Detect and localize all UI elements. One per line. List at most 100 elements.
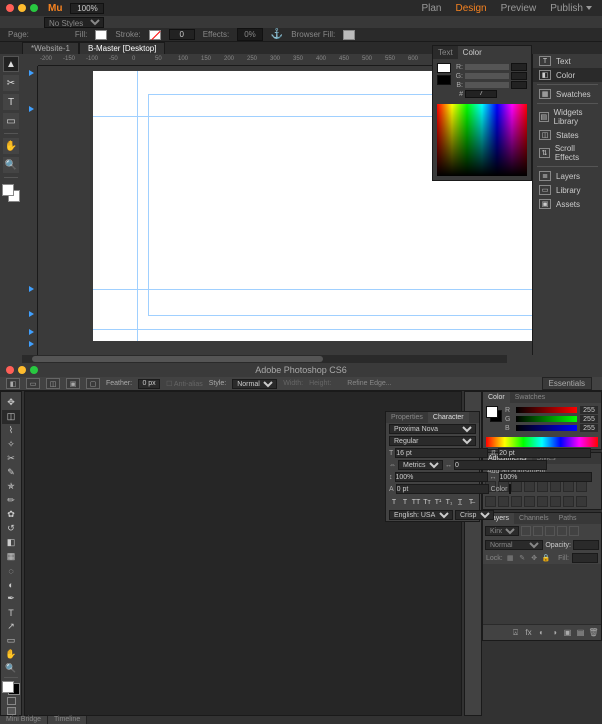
- lock-trans-icon[interactable]: ▦: [506, 554, 515, 563]
- guide-handle-icon[interactable]: [29, 341, 34, 347]
- filter-icon[interactable]: [569, 526, 579, 536]
- r-input[interactable]: [580, 406, 598, 414]
- tab-character[interactable]: Character: [428, 412, 469, 423]
- zoom-input[interactable]: [70, 3, 104, 14]
- marquee-tool-icon[interactable]: ◫: [2, 410, 20, 424]
- quickmask-icon[interactable]: [7, 697, 16, 705]
- group-icon[interactable]: ▣: [562, 627, 573, 638]
- trash-icon[interactable]: 🗑: [588, 627, 599, 638]
- color-swatch-stack[interactable]: [2, 184, 20, 202]
- brush-tool-icon[interactable]: ✏: [2, 494, 20, 508]
- kerning-select[interactable]: Metrics: [398, 460, 443, 470]
- link-icon[interactable]: ⍓: [510, 627, 521, 638]
- adj-btn-icon[interactable]: [563, 481, 574, 492]
- adj-btn-icon[interactable]: [511, 481, 522, 492]
- smallcaps-icon[interactable]: Tт: [422, 497, 432, 507]
- wand-tool-icon[interactable]: ✧: [2, 438, 20, 452]
- dodge-tool-icon[interactable]: ◐: [2, 578, 20, 592]
- nav-plan[interactable]: Plan: [421, 3, 441, 14]
- eraser-tool-icon[interactable]: ◧: [2, 536, 20, 550]
- type-tool-icon[interactable]: T: [2, 606, 20, 620]
- refine-button[interactable]: Refine Edge...: [347, 380, 391, 387]
- pen-tool-icon[interactable]: ✒: [2, 592, 20, 606]
- healing-tool-icon[interactable]: ✯: [2, 480, 20, 494]
- workspace-select[interactable]: Essentials: [542, 377, 592, 390]
- stroke-swatch[interactable]: [149, 30, 161, 40]
- zoom-tool-icon[interactable]: 🔍: [2, 662, 20, 676]
- crop-tool-icon[interactable]: ✂: [2, 452, 20, 466]
- guide-handle-icon[interactable]: [29, 311, 34, 317]
- tab-color[interactable]: Color: [483, 392, 510, 403]
- selection-tool-icon[interactable]: ▲: [3, 56, 19, 72]
- timeline-tab[interactable]: Timeline: [48, 716, 87, 724]
- vscale-input[interactable]: [395, 472, 488, 482]
- tab-properties[interactable]: Properties: [386, 412, 428, 423]
- adj-btn-icon[interactable]: [537, 496, 548, 507]
- adj-btn-icon[interactable]: [524, 481, 535, 492]
- marquee-icon[interactable]: ◫: [46, 378, 60, 389]
- super-icon[interactable]: T¹: [433, 497, 443, 507]
- feather-input[interactable]: [138, 379, 160, 389]
- guide-handle-icon[interactable]: [29, 70, 34, 76]
- lock-pixel-icon[interactable]: ✎: [518, 554, 527, 563]
- adj-btn-icon[interactable]: [576, 496, 587, 507]
- crop-tool-icon[interactable]: ✂: [3, 75, 19, 91]
- font-weight-select[interactable]: Regular: [389, 436, 476, 446]
- lock-pos-icon[interactable]: ✥: [530, 554, 539, 563]
- clone-tool-icon[interactable]: ✿: [2, 508, 20, 522]
- g-input[interactable]: [511, 72, 527, 80]
- screenmode-icon[interactable]: [7, 707, 16, 715]
- text-color-swatch[interactable]: [509, 484, 511, 494]
- fill-input[interactable]: [572, 553, 598, 563]
- nav-design[interactable]: Design: [455, 3, 486, 14]
- nav-publish[interactable]: Publish: [550, 3, 592, 14]
- tracking-input[interactable]: [454, 460, 547, 470]
- panel-scroll[interactable]: ⇅Scroll Effects: [533, 142, 602, 164]
- fill-icon[interactable]: ◑: [549, 627, 560, 638]
- blend-mode[interactable]: Normal: [485, 540, 543, 550]
- underline-icon[interactable]: T̲: [455, 497, 465, 507]
- leading-input[interactable]: [498, 448, 591, 458]
- color-swatch-stack[interactable]: [2, 681, 20, 696]
- adj-btn-icon[interactable]: [498, 496, 509, 507]
- guide[interactable]: [137, 71, 138, 341]
- move-tool-icon[interactable]: ✥: [2, 396, 20, 410]
- tab-paths[interactable]: Paths: [554, 513, 582, 524]
- fg-chip[interactable]: [437, 63, 451, 73]
- lock-all-icon[interactable]: 🔒: [542, 554, 551, 563]
- style-select[interactable]: Normal: [232, 379, 277, 389]
- browserfill-swatch[interactable]: [343, 30, 355, 40]
- zoom-icon[interactable]: [30, 366, 38, 374]
- g-input[interactable]: [580, 415, 598, 423]
- font-size-input[interactable]: [395, 448, 488, 458]
- adj-btn-icon[interactable]: [524, 496, 535, 507]
- adj-btn-icon[interactable]: [563, 496, 574, 507]
- minimize-icon[interactable]: [18, 4, 26, 12]
- tool-preset-icon[interactable]: ▭: [26, 378, 40, 389]
- ps-logo-icon[interactable]: ◧: [6, 378, 20, 389]
- new-icon[interactable]: ▤: [575, 627, 586, 638]
- bg-chip[interactable]: [437, 75, 451, 85]
- gradient-tool-icon[interactable]: ▦: [2, 550, 20, 564]
- minimize-icon[interactable]: [18, 366, 26, 374]
- history-brush-icon[interactable]: ↺: [2, 522, 20, 536]
- panel-assets[interactable]: ▣Assets: [533, 197, 602, 211]
- aa-select[interactable]: Crisp: [455, 510, 494, 520]
- adj-btn-icon[interactable]: [550, 481, 561, 492]
- tab-channels[interactable]: Channels: [514, 513, 554, 524]
- scrollbar-horizontal[interactable]: [22, 355, 507, 363]
- adj-btn-icon[interactable]: [537, 481, 548, 492]
- stroke-input[interactable]: [169, 29, 195, 40]
- filter-icon[interactable]: [545, 526, 555, 536]
- rectangle-tool-icon[interactable]: ▭: [3, 113, 19, 129]
- tab-color[interactable]: Color: [458, 46, 487, 59]
- zoom-icon[interactable]: [30, 4, 38, 12]
- filter-icon[interactable]: [521, 526, 531, 536]
- fg-chip[interactable]: [486, 406, 498, 418]
- r-slider[interactable]: [516, 407, 577, 413]
- tab-text[interactable]: Text: [433, 46, 458, 59]
- scrollbar-thumb[interactable]: [32, 356, 323, 362]
- strike-icon[interactable]: T̶: [466, 497, 476, 507]
- panel-library[interactable]: ▭Library: [533, 183, 602, 197]
- adj-btn-icon[interactable]: [511, 496, 522, 507]
